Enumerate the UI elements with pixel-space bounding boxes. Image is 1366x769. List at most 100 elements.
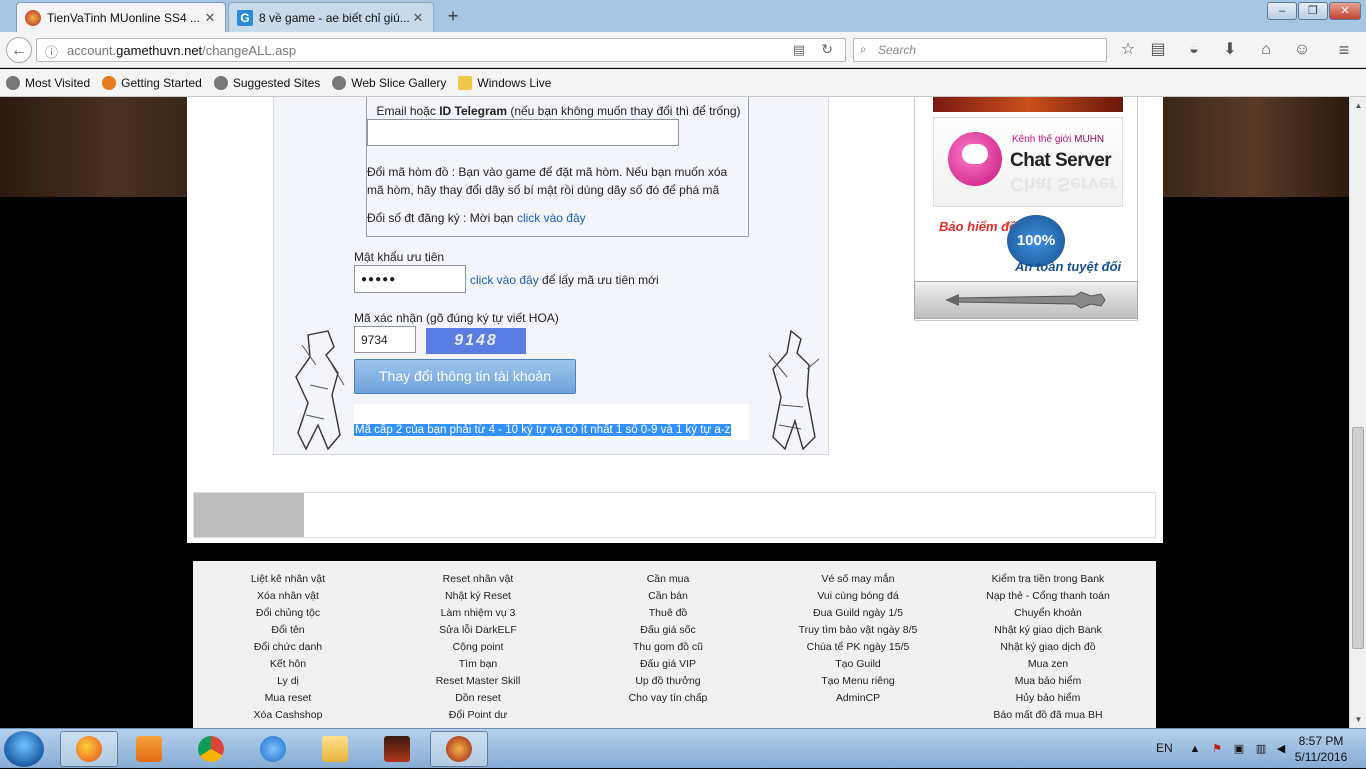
bookmark-most-visited[interactable]: Most Visited xyxy=(6,75,90,90)
footer-link[interactable]: Hủy bảo hiểm xyxy=(953,690,1143,707)
footer-link[interactable]: Tìm bạn xyxy=(383,656,573,673)
footer-link[interactable]: Đổi chủng tộc xyxy=(193,605,383,622)
footer-link[interactable]: Chúa tể PK ngày 15/5 xyxy=(763,639,953,656)
footer-link[interactable]: Vé số may mắn xyxy=(763,571,953,588)
footer-link[interactable]: Sửa lỗi DarkELF xyxy=(383,622,573,639)
pocket-icon[interactable]: ◒ xyxy=(1181,37,1207,63)
bookmark-web-slice-gallery[interactable]: Web Slice Gallery xyxy=(332,75,446,90)
footer-link[interactable]: Báo mất đồ đã mua BH xyxy=(953,707,1143,724)
system-clock[interactable]: 8:57 PM 5/11/2016 xyxy=(1290,733,1352,765)
footer-link[interactable]: Kết hôn xyxy=(193,656,383,673)
display-icon[interactable]: ▣ xyxy=(1232,742,1246,756)
footer-link[interactable]: Tạo Guild xyxy=(763,656,953,673)
footer-link[interactable]: Nạp thẻ - Cổng thanh toán xyxy=(953,588,1143,605)
footer-link[interactable]: Đổi tên xyxy=(193,622,383,639)
maximize-button[interactable]: ❐ xyxy=(1298,2,1328,20)
bookmark-suggested-sites[interactable]: Suggested Sites xyxy=(213,75,320,90)
footer-link[interactable]: Cần bán xyxy=(573,588,763,605)
firefox-icon xyxy=(76,736,102,762)
email-field[interactable] xyxy=(367,119,679,146)
footer-link[interactable]: Up đồ thưởng xyxy=(573,673,763,690)
footer-link[interactable]: Đua Guild ngày 1/5 xyxy=(763,605,953,622)
download-icon[interactable]: ⬇ xyxy=(1217,37,1243,63)
url-bar[interactable]: ⓘ account. gamethuvn.net/changeALL.asp ▤ … xyxy=(36,38,846,62)
menu-icon[interactable]: ≡ xyxy=(1331,37,1357,63)
footer-link[interactable]: Đấu giá VIP xyxy=(573,656,763,673)
footer-link[interactable]: Đổi chức danh xyxy=(193,639,383,656)
back-button[interactable]: ← xyxy=(6,37,32,63)
taskbar-file-explorer[interactable] xyxy=(306,731,364,767)
footer-link[interactable]: Liệt kê nhân vật xyxy=(193,571,383,588)
new-tab-button[interactable]: + xyxy=(440,4,466,28)
close-tab-icon[interactable]: ✕ xyxy=(203,10,217,26)
footer-link[interactable]: Kiểm tra tiền trong Bank xyxy=(953,571,1143,588)
show-hidden-icons-icon[interactable]: ▲ xyxy=(1188,742,1202,756)
hello-chat-icon[interactable]: ☺ xyxy=(1289,37,1315,63)
footer-link[interactable]: Reset nhân vật xyxy=(383,571,573,588)
footer-link[interactable]: Nhật ký giao dịch đồ xyxy=(953,639,1143,656)
footer-link[interactable]: Truy tìm bảo vật ngày 8/5 xyxy=(763,622,953,639)
footer-link[interactable]: Chuyển khoản xyxy=(953,605,1143,622)
footer-link[interactable]: Dồn reset xyxy=(383,690,573,707)
taskbar-mu-launcher[interactable] xyxy=(430,731,488,767)
footer-link[interactable]: AdminCP xyxy=(763,690,953,707)
footer-link[interactable]: Xóa Cashshop xyxy=(193,707,383,724)
item-insurance-banner[interactable]: Bảo hiểm đồ 100% An toàn tuyệt đối xyxy=(937,215,1127,277)
footer-link[interactable]: Thuê đồ xyxy=(573,605,763,622)
reader-view-icon[interactable]: ▤ xyxy=(793,42,805,58)
bookmarks-list-icon[interactable]: ▤ xyxy=(1145,37,1171,63)
search-input[interactable]: ⌕ Search xyxy=(853,38,1107,62)
tab-tienvatinh[interactable]: TienVaTinh MUonline SS4 ... ✕ xyxy=(16,2,226,32)
start-button[interactable] xyxy=(4,731,44,767)
bookmark-star-icon[interactable]: ☆ xyxy=(1115,37,1141,63)
scroll-down-arrow-icon[interactable]: ▼ xyxy=(1350,711,1366,728)
volume-icon[interactable]: ◀ xyxy=(1274,742,1288,756)
footer-link[interactable]: Mua reset xyxy=(193,690,383,707)
footer-link[interactable]: Cho vay tín chấp xyxy=(573,690,763,707)
footer-link[interactable]: Mua bảo hiểm xyxy=(953,673,1143,690)
taskbar-media-player[interactable] xyxy=(120,731,178,767)
action-center-flag-icon[interactable]: ⚑ xyxy=(1210,742,1224,756)
minimize-button[interactable]: – xyxy=(1267,2,1297,20)
background-art-right xyxy=(1160,97,1349,197)
close-tab-icon[interactable]: ✕ xyxy=(411,10,425,26)
scrollbar-thumb[interactable] xyxy=(1352,427,1364,649)
footer-link[interactable]: Vui cùng bóng đá xyxy=(763,588,953,605)
footer-link[interactable]: Thu gom đồ cũ xyxy=(573,639,763,656)
bookmark-windows-live[interactable]: Windows Live xyxy=(458,75,551,90)
globe-icon xyxy=(332,75,347,90)
taskbar-mu-game[interactable] xyxy=(368,731,426,767)
network-icon[interactable]: ▥ xyxy=(1254,742,1268,756)
taskbar-internet-explorer[interactable] xyxy=(244,731,302,767)
bookmark-getting-started[interactable]: Getting Started xyxy=(102,75,202,90)
footer-link[interactable]: Cộng point xyxy=(383,639,573,656)
ie-icon xyxy=(260,736,286,762)
priority-password-field[interactable]: ●●●●● xyxy=(354,265,466,293)
footer-link[interactable]: Làm nhiệm vụ 3 xyxy=(383,605,573,622)
captcha-input[interactable]: 9734 xyxy=(354,326,416,353)
phone-change-link[interactable]: click vào đây xyxy=(517,211,586,225)
footer-link[interactable]: Đấu giá sốc xyxy=(573,622,763,639)
home-icon[interactable]: ⌂ xyxy=(1253,37,1279,63)
footer-link[interactable]: Nhật ký Reset xyxy=(383,588,573,605)
language-indicator[interactable]: EN xyxy=(1156,741,1173,755)
chat-server-banner[interactable]: Kênh thế giới MUHN Chat Server Chat Serv… xyxy=(933,117,1123,207)
priority-link[interactable]: click vào đây xyxy=(470,273,539,287)
taskbar-chrome[interactable] xyxy=(182,731,240,767)
footer-link[interactable]: Mua zen xyxy=(953,656,1143,673)
taskbar-firefox[interactable] xyxy=(60,731,118,767)
footer-link[interactable]: Cần mua xyxy=(573,571,763,588)
footer-link[interactable]: Nhật ký giao dịch Bank xyxy=(953,622,1143,639)
footer-link[interactable]: Đổi Point dư xyxy=(383,707,573,724)
update-account-button[interactable]: Thay đổi thông tin tài khoản xyxy=(354,359,576,394)
scroll-up-arrow-icon[interactable]: ▲ xyxy=(1350,97,1366,114)
footer-link[interactable]: Tạo Menu riêng xyxy=(763,673,953,690)
close-window-button[interactable]: ✕ xyxy=(1329,2,1361,20)
footer-link[interactable]: Xóa nhân vật xyxy=(193,588,383,605)
vertical-scrollbar[interactable]: ▲ ▼ xyxy=(1349,97,1366,728)
footer-link[interactable]: Ly dị xyxy=(193,673,383,690)
footer-link[interactable]: Reset Master Skill xyxy=(383,673,573,690)
reload-icon[interactable]: ↻ xyxy=(821,41,833,58)
tab-8-ve-game[interactable]: G 8 về game - ae biết chỉ giú... ✕ xyxy=(228,2,434,32)
info-icon[interactable]: ⓘ xyxy=(45,42,58,61)
